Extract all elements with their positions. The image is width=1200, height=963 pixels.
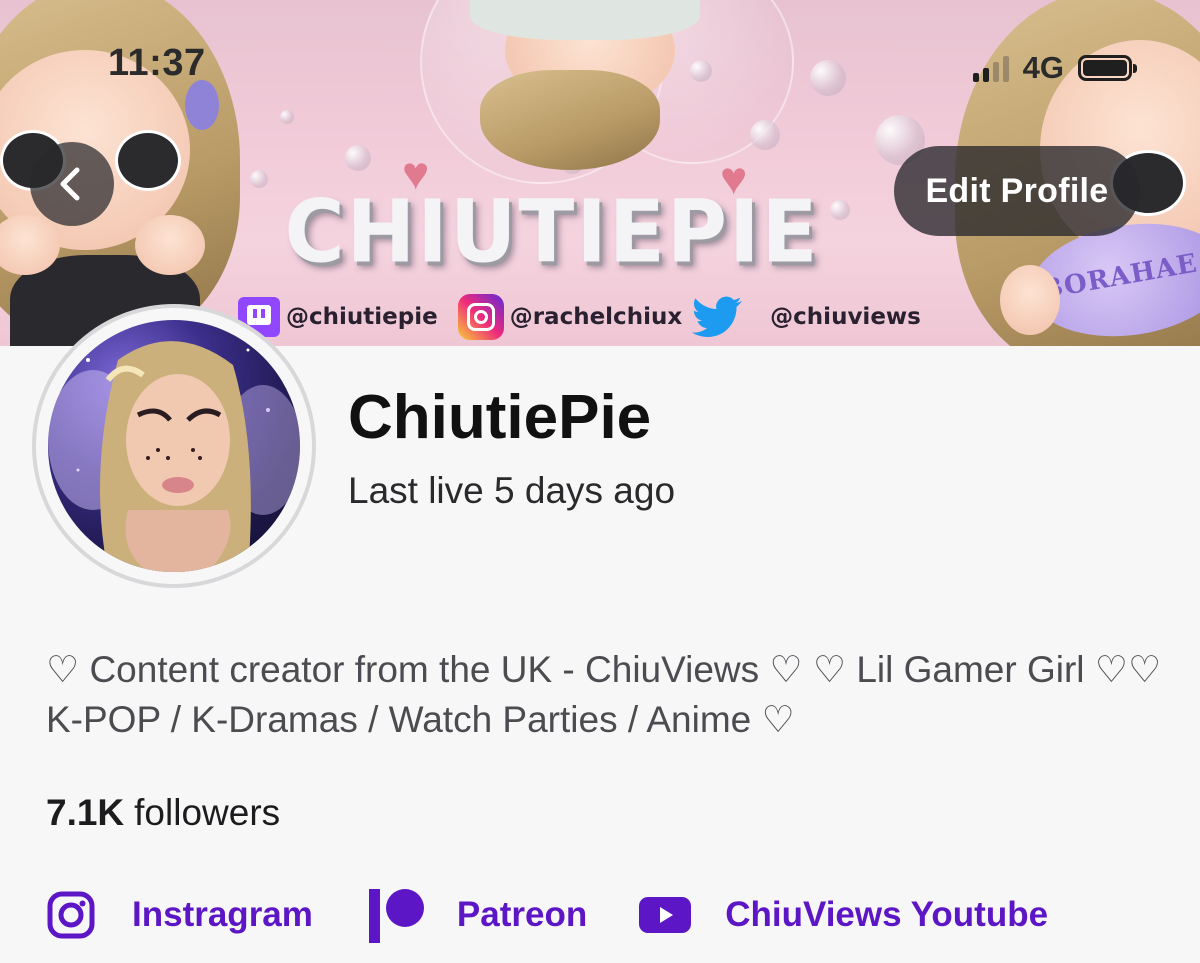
banner-socials: @chiutiepie @rachelchiux @chiuviews: [238, 291, 921, 343]
twitter-icon: [690, 295, 746, 339]
instagram-icon: [457, 294, 504, 340]
followers-count[interactable]: 7.1K followers: [46, 792, 280, 834]
link-instagram-label: Instragram: [132, 895, 313, 934]
chevron-left-icon: [60, 167, 80, 201]
link-instagram[interactable]: Instragram: [46, 890, 313, 940]
status-indicators: 4G: [972, 50, 1137, 86]
status-time: 11:37: [108, 42, 206, 84]
banner-title: CHIUTIEPIE: [284, 182, 820, 283]
youtube-icon: [639, 897, 692, 933]
banner-social-twitch: @chiutiepie: [238, 297, 438, 337]
channel-name: ChiutiePie: [348, 383, 652, 452]
battery-icon: [1078, 55, 1137, 81]
profile-banner: ♥ ♥ ♥ BORAHAE CH: [0, 0, 1200, 346]
avatar[interactable]: [48, 320, 300, 572]
link-youtube-label: ChiuViews Youtube: [725, 895, 1049, 934]
instagram-icon: [47, 891, 95, 939]
banner-bubble: [750, 120, 780, 150]
banner-bubble: [690, 60, 712, 82]
banner-bubble: [810, 60, 846, 96]
twitch-handle: @chiutiepie: [286, 304, 438, 330]
followers-number: 7.1K: [46, 792, 125, 833]
social-links: Instragram Patreon ChiuViews Youtube: [46, 880, 1048, 950]
link-patreon[interactable]: Patreon: [367, 885, 587, 945]
banner-bubble: [345, 145, 371, 171]
last-live-status: Last live 5 days ago: [348, 470, 676, 511]
channel-bio: ♡ Content creator from the UK - ChiuView…: [46, 649, 1162, 740]
banner-social-instagram: @rachelchiux: [457, 294, 683, 340]
avatar-photo: [48, 341, 300, 572]
twitter-handle: @chiuviews: [770, 304, 921, 330]
instagram-handle: @rachelchiux: [509, 304, 683, 330]
banner-bubble: [250, 170, 268, 188]
link-patreon-label: Patreon: [456, 895, 588, 934]
banner-bubble: [280, 110, 294, 124]
signal-icon: [972, 54, 1009, 82]
link-youtube[interactable]: ChiuViews Youtube: [639, 895, 1048, 935]
edit-profile-button[interactable]: Edit Profile: [894, 146, 1140, 236]
network-type: 4G: [1022, 50, 1064, 85]
banner-bubble: [830, 200, 850, 220]
profile-page: ♥ ♥ ♥ BORAHAE CH: [0, 0, 1200, 963]
patreon-icon: [368, 889, 424, 943]
banner-social-twitter: @chiuviews: [690, 295, 921, 339]
followers-label: followers: [134, 792, 281, 833]
back-button[interactable]: [30, 142, 114, 226]
